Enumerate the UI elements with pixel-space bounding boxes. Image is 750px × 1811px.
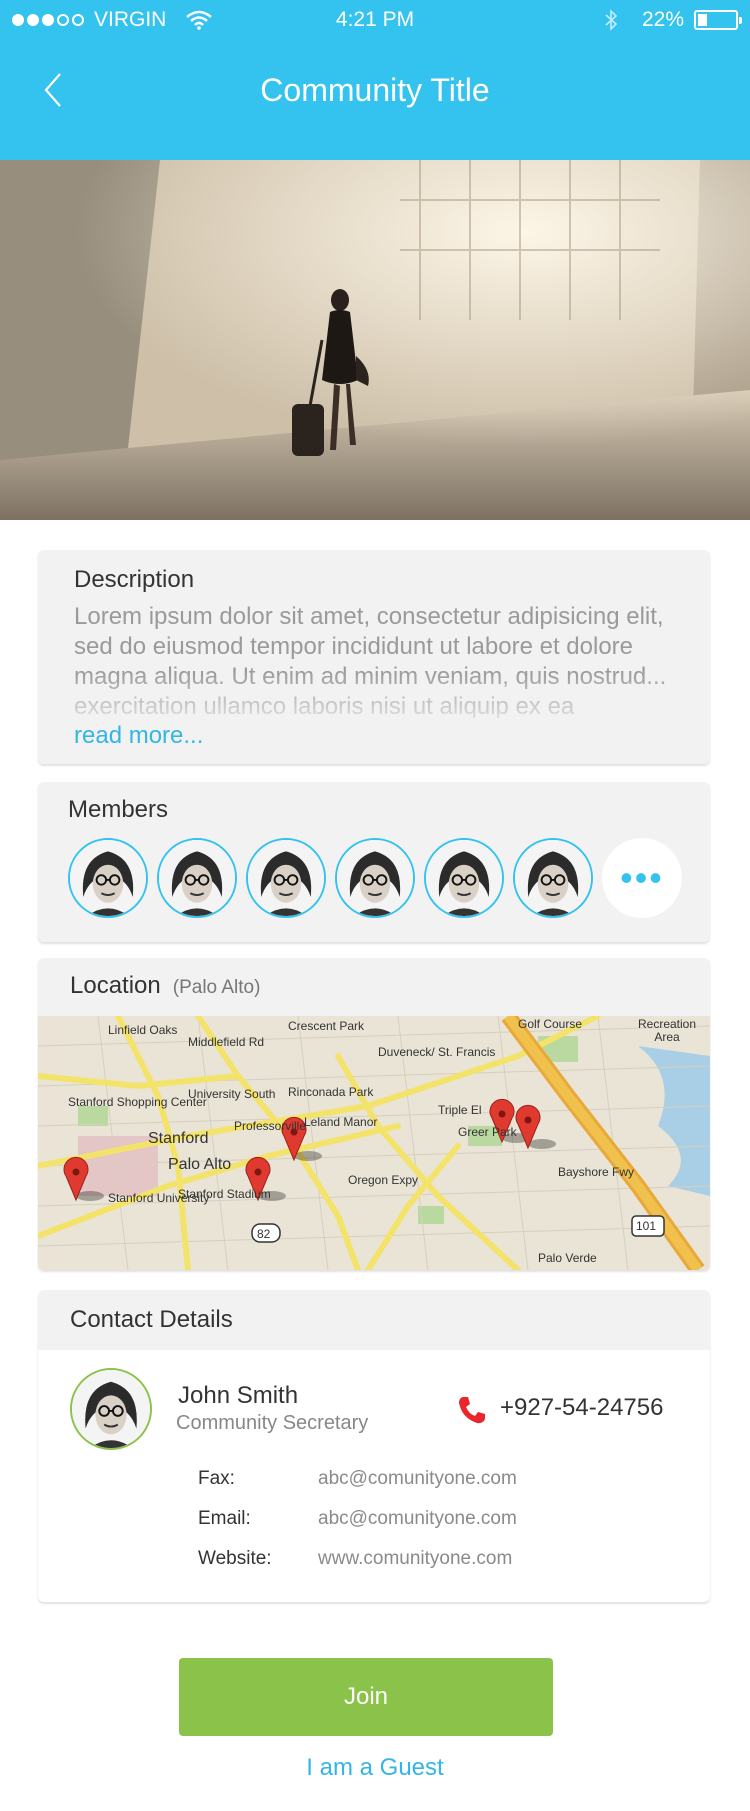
community-cover-image xyxy=(0,160,750,520)
map-label: Leland Manor xyxy=(304,1115,378,1129)
contact-title: Contact Details xyxy=(70,1306,233,1333)
fax-value: abc@comunityone.com xyxy=(318,1468,517,1489)
location-map[interactable]: Linfield Oaks Crescent Park Golf Course Rec… xyxy=(38,1016,710,1270)
member-avatar[interactable] xyxy=(513,838,593,918)
map-roads xyxy=(38,1016,710,1270)
map-label: Linfield Oaks xyxy=(108,1023,178,1037)
description-card: Description Lorem ipsum dolor sit amet, … xyxy=(38,550,710,764)
map-label: Palo Verde xyxy=(538,1251,597,1265)
map-label: Golf Course xyxy=(518,1017,583,1031)
phone-icon[interactable] xyxy=(456,1394,488,1426)
more-members-button[interactable]: ••• xyxy=(602,838,682,918)
map-label: Rinconada Park xyxy=(288,1085,374,1099)
location-subtitle: (Palo Alto) xyxy=(172,977,261,998)
page-title: Community Title xyxy=(260,72,490,108)
members-title: Members xyxy=(68,796,169,823)
guest-link[interactable]: I am a Guest xyxy=(0,1754,750,1782)
map-label: Greer Park xyxy=(458,1125,517,1139)
map-label: Crescent Park xyxy=(288,1019,365,1033)
map-label: 101 xyxy=(636,1219,657,1233)
description-title: Description xyxy=(74,566,195,593)
member-avatar[interactable] xyxy=(157,838,237,918)
map-label: Palo Alto xyxy=(168,1156,232,1173)
member-avatar[interactable] xyxy=(335,838,415,918)
member-avatar[interactable] xyxy=(246,838,326,918)
members-card: Members ••• xyxy=(38,782,710,942)
contact-phone[interactable]: +927-54-24756 xyxy=(500,1394,663,1422)
map-label: Professorville xyxy=(234,1119,307,1133)
map-label: Middlefield Rd xyxy=(188,1035,265,1049)
bluetooth-icon xyxy=(605,9,618,31)
contact-name: John Smith xyxy=(178,1382,299,1409)
join-button[interactable]: Join xyxy=(179,1658,553,1736)
contact-role: Community Secretary xyxy=(176,1412,369,1434)
description-text: Lorem ipsum dolor sit amet, consectetur … xyxy=(74,603,667,718)
contact-header: Contact Details xyxy=(38,1290,710,1350)
map-label: Stanford Shopping Center xyxy=(68,1095,207,1109)
map-label: Oregon Expy xyxy=(348,1173,419,1187)
email-label: Email: xyxy=(198,1508,251,1529)
map-label: Triple El xyxy=(438,1103,482,1117)
location-card: Location (Palo Alto) Linfield Oaks Cresc… xyxy=(38,958,710,1270)
email-value[interactable]: abc@comunityone.com xyxy=(318,1508,517,1530)
contact-avatar xyxy=(70,1368,152,1450)
read-more-link[interactable]: read more... xyxy=(74,722,203,750)
status-right: 22% xyxy=(604,8,742,32)
map-label: Duveneck/ St. Francis xyxy=(378,1045,496,1059)
location-title: Location xyxy=(70,972,161,999)
map-label: Stanford Stadium xyxy=(178,1187,271,1201)
nav-bar: Community Title xyxy=(0,60,750,130)
contact-card: Contact Details John Smith Community Sec… xyxy=(38,1290,710,1602)
fax-label: Fax: xyxy=(198,1468,235,1489)
map-label: Stanford xyxy=(148,1130,209,1147)
location-header: Location (Palo Alto) xyxy=(70,972,260,1000)
battery-icon xyxy=(694,10,742,30)
map-label: Bayshore Fwy xyxy=(558,1165,635,1179)
battery-percent: 22% xyxy=(641,8,684,31)
map-label: Recreation Area xyxy=(637,1017,697,1044)
app-header: VIRGIN 4:21 PM 22% Community Title xyxy=(0,0,750,160)
member-avatar[interactable] xyxy=(68,838,148,918)
status-bar: VIRGIN 4:21 PM 22% xyxy=(0,0,750,42)
website-value[interactable]: www.comunityone.com xyxy=(318,1548,512,1570)
members-avatar-list: ••• xyxy=(68,838,682,918)
map-label: 82 xyxy=(257,1227,271,1241)
website-label: Website: xyxy=(198,1548,272,1569)
member-avatar[interactable] xyxy=(424,838,504,918)
